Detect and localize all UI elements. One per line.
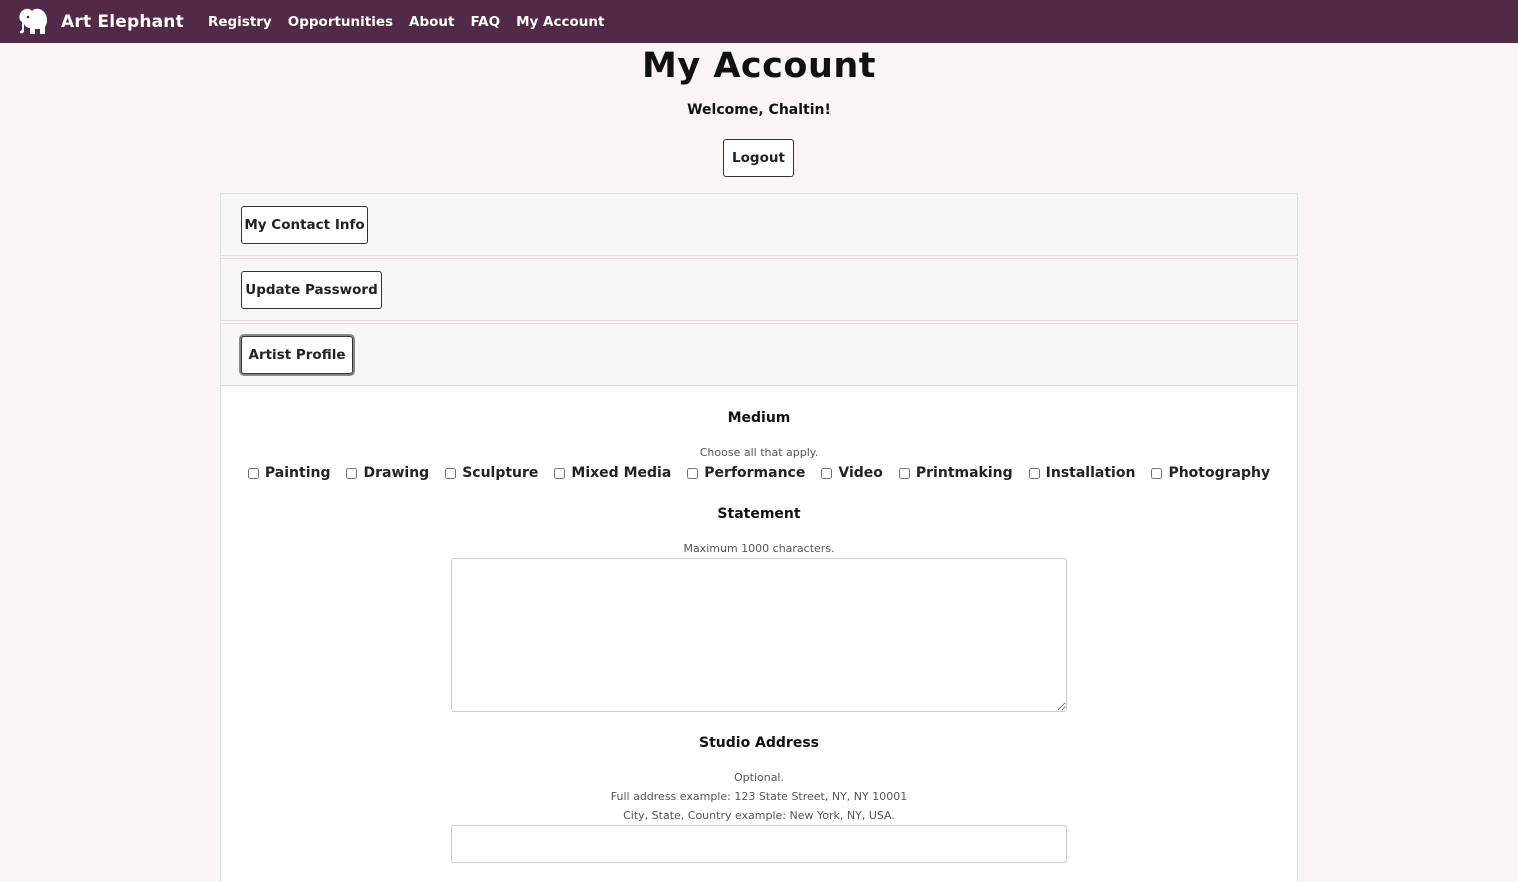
medium-option-mixed-media[interactable]: Mixed Media [554,465,671,481]
nav-link-faq[interactable]: FAQ [471,14,501,30]
medium-option-installation[interactable]: Installation [1028,465,1136,481]
statement-label: Statement [717,506,801,522]
installation-checkbox[interactable] [1028,467,1040,479]
nav-link-opportunities[interactable]: Opportunities [288,14,393,30]
medium-option-painting[interactable]: Painting [247,465,331,481]
performance-label: Performance [704,465,806,481]
sculpture-label: Sculpture [462,465,539,481]
logout-button[interactable]: Logout [723,139,794,177]
update-password-button[interactable]: Update Password [241,271,382,309]
panel-contact-info: My Contact Info [220,193,1298,256]
studio-help-optional: Optional. [733,771,784,784]
page-title: My Account [641,46,877,86]
video-checkbox[interactable] [821,467,833,479]
top-navbar: Art Elephant Registry Opportunities Abou… [0,0,1518,43]
medium-option-printmaking[interactable]: Printmaking [898,465,1013,481]
brand-link[interactable]: Art Elephant [17,8,184,35]
mixed-media-checkbox[interactable] [554,467,566,479]
painting-label: Painting [264,465,331,481]
studio-address-label: Studio Address [699,735,819,751]
drawing-label: Drawing [363,465,430,481]
nav-link-registry[interactable]: Registry [208,14,272,30]
painting-checkbox[interactable] [247,467,259,479]
photography-label: Photography [1168,465,1271,481]
nav-link-my-account[interactable]: My Account [516,14,604,30]
statement-textarea[interactable] [451,558,1067,712]
artist-profile-button[interactable]: Artist Profile [241,336,353,374]
nav-link-about[interactable]: About [409,14,454,30]
medium-checkbox-group: Painting Drawing Sculpture Mixed Media P… [0,465,1518,481]
welcome-message: Welcome, Chaltin! [687,102,831,118]
panel-update-password: Update Password [220,258,1298,321]
statement-help: Maximum 1000 characters. [683,542,835,555]
medium-option-drawing[interactable]: Drawing [346,465,429,481]
medium-label: Medium [727,410,791,426]
printmaking-checkbox[interactable] [898,467,910,479]
medium-option-photography[interactable]: Photography [1151,465,1270,481]
medium-option-performance[interactable]: Performance [687,465,805,481]
studio-help-city-example: City, State, Country example: New York, … [623,809,895,822]
nav-links: Registry Opportunities About FAQ My Acco… [208,14,621,30]
medium-help: Choose all that apply. [699,446,819,459]
printmaking-label: Printmaking [915,465,1013,481]
mixed-media-label: Mixed Media [571,465,672,481]
medium-option-video[interactable]: Video [821,465,883,481]
brand-name: Art Elephant [61,11,184,32]
medium-option-sculpture[interactable]: Sculpture [445,465,538,481]
drawing-checkbox[interactable] [346,467,358,479]
panel-artist-profile: Artist Profile [220,323,1298,386]
elephant-icon [19,8,48,34]
video-label: Video [838,465,883,481]
installation-label: Installation [1045,465,1136,481]
contact-info-button[interactable]: My Contact Info [241,206,368,244]
studio-help-full-example: Full address example: 123 State Street, … [610,790,908,803]
studio-address-input[interactable] [451,825,1067,863]
performance-checkbox[interactable] [687,467,699,479]
photography-checkbox[interactable] [1151,467,1163,479]
sculpture-checkbox[interactable] [445,467,457,479]
